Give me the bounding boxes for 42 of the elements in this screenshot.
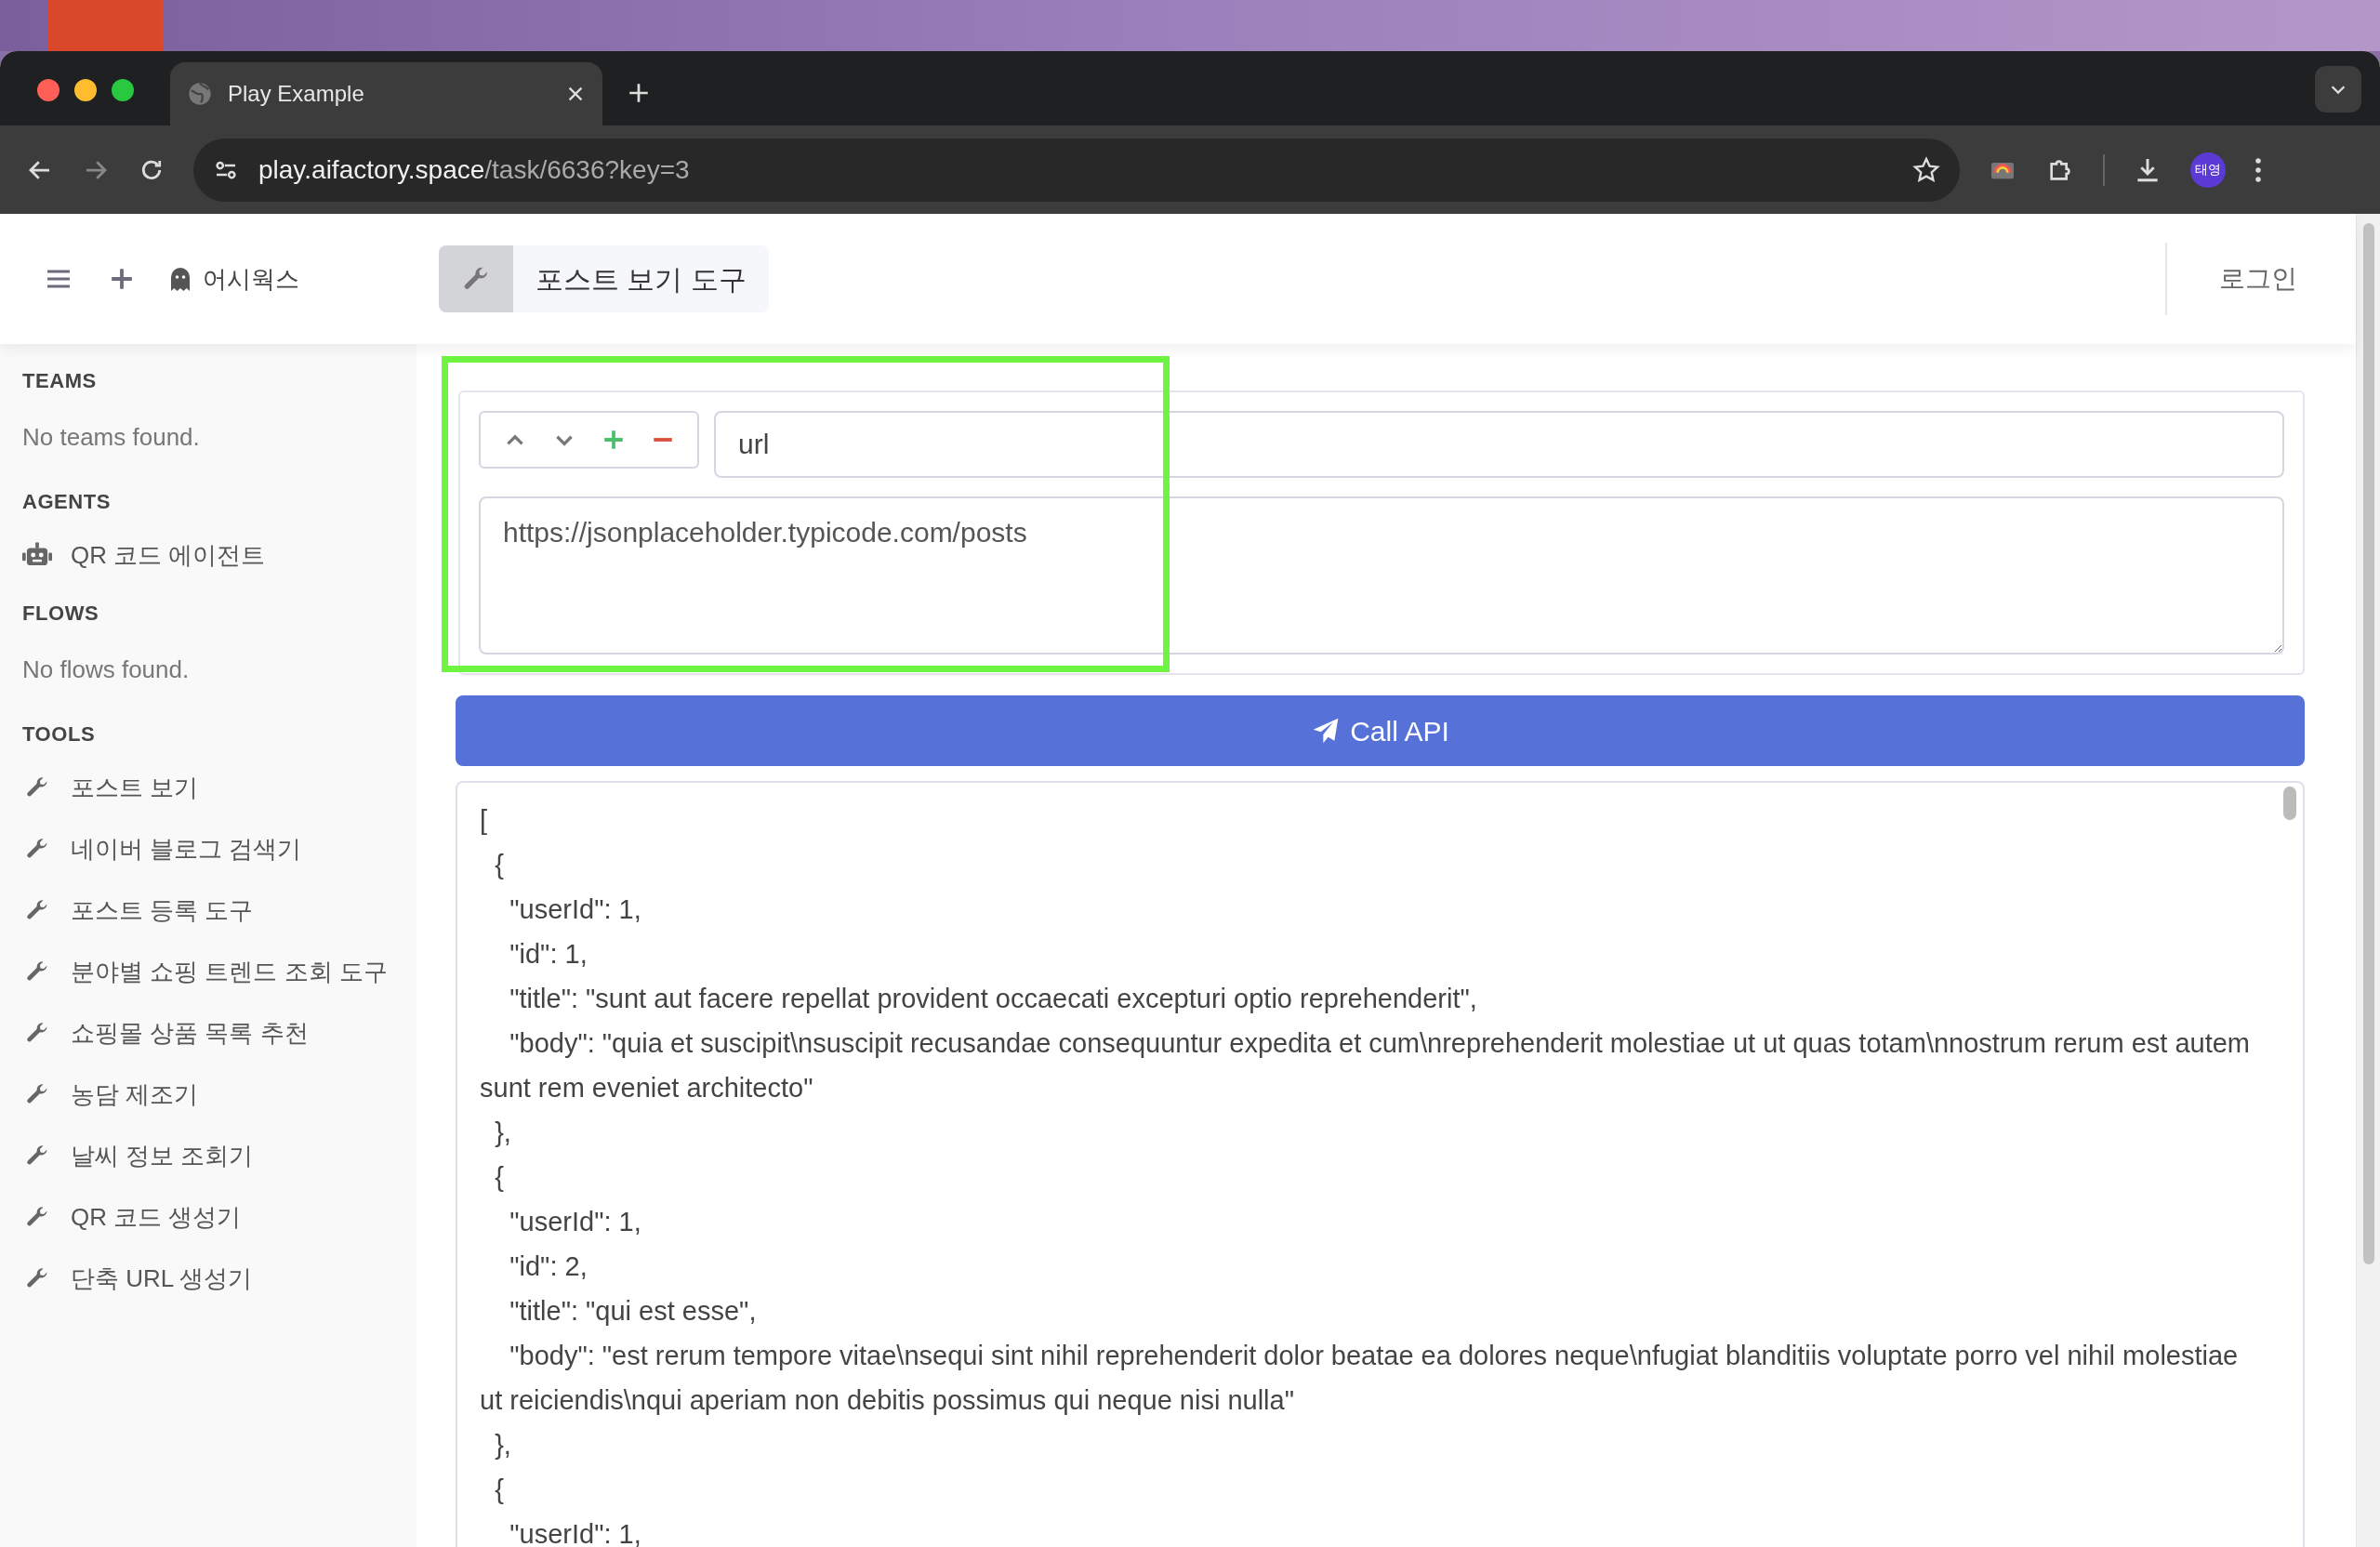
call-api-button[interactable]: Call API [456, 695, 2305, 766]
workspace-name[interactable]: 어시웍스 [203, 260, 299, 298]
section-heading: TEAMS [22, 367, 98, 394]
tab-list-button[interactable] [2315, 66, 2361, 112]
scrollbar-thumb[interactable] [2363, 223, 2374, 1264]
section-heading: TOOLS [22, 721, 97, 747]
tool-link[interactable]: 네이버 블로그 검색기 [71, 830, 302, 867]
plus-icon[interactable] [110, 267, 134, 291]
section-heading: AGENTS [22, 488, 112, 515]
new-tab-icon[interactable] [627, 81, 651, 105]
globe-icon [187, 81, 213, 107]
close-window-icon[interactable] [37, 79, 60, 101]
parameter-name-field[interactable]: url [714, 411, 2284, 478]
scrollbar-thumb[interactable] [2283, 787, 2296, 820]
empty-message: No flows found. [22, 654, 191, 685]
json-output: [ { "userId": 1, "id": 1, "title": "sunt aut facere repellat provident occaecati excepturi optio reprehenderit", "body": "quia et suscipit\nsuscipit recusandae consequuntur expedita et cum\nreprehenderit molestiae ut ut quas totam\nnostrum rerum est autem sunt rem eveniet architecto" }, { "userId": 1, "id": 2, "title": "qui est esse", "body": "est rerum tempore vitae\nsequi sint nihil reprehenderit dolor beatae ea dolores neque\nfugiat blanditiis voluptate porro vel nihil molestiae ut reiciendis\nqui aperiam non debitis possimus qui neque nisi nulla" }, { "userId": 1, [479, 804, 2252, 1547]
empty-message: No teams found. [22, 421, 201, 453]
section-heading: FLOWS [22, 600, 100, 627]
profile-avatar[interactable]: 태영 [2190, 152, 2226, 188]
zoom-window-icon[interactable] [112, 79, 134, 101]
more-options-icon[interactable] [2254, 155, 2263, 184]
address-bar[interactable]: play.aifactory.space/task/6636?key=3 [193, 138, 1960, 202]
parameter-value-field[interactable]: https://jsonplaceholder.typicode.com/posts [479, 496, 2284, 654]
tool-link[interactable]: 농담 제조기 [71, 1076, 199, 1113]
star-icon[interactable] [1911, 154, 1941, 185]
tool-link[interactable]: 포스트 등록 도구 [71, 892, 254, 929]
tab-title: Play Example [228, 80, 365, 108]
minimize-window-icon[interactable] [74, 79, 97, 101]
tool-link[interactable]: 쇼핑몰 상품 목록 추천 [71, 1014, 309, 1051]
agent-link[interactable]: QR 코드 에이전트 [71, 536, 266, 574]
url-text: play.aifactory.space/task/6636?key=3 [258, 153, 691, 186]
tool-link[interactable]: 날씨 정보 조회기 [71, 1137, 254, 1174]
login-link[interactable]: 로그인 [2219, 259, 2297, 298]
menu-icon[interactable] [46, 268, 71, 290]
tool-title: 포스트 보기 도구 [535, 262, 747, 297]
tool-link[interactable]: 분야별 쇼핑 트렌드 조회 도구 [71, 953, 388, 990]
ghost-icon [169, 266, 192, 292]
robot-icon [22, 542, 52, 568]
tool-link[interactable]: 단축 URL 생성기 [71, 1260, 253, 1297]
browser-tab[interactable]: Play Example [170, 62, 602, 126]
tool-link[interactable]: 포스트 보기 [71, 769, 199, 806]
tool-link[interactable]: QR 코드 생성기 [71, 1198, 242, 1236]
